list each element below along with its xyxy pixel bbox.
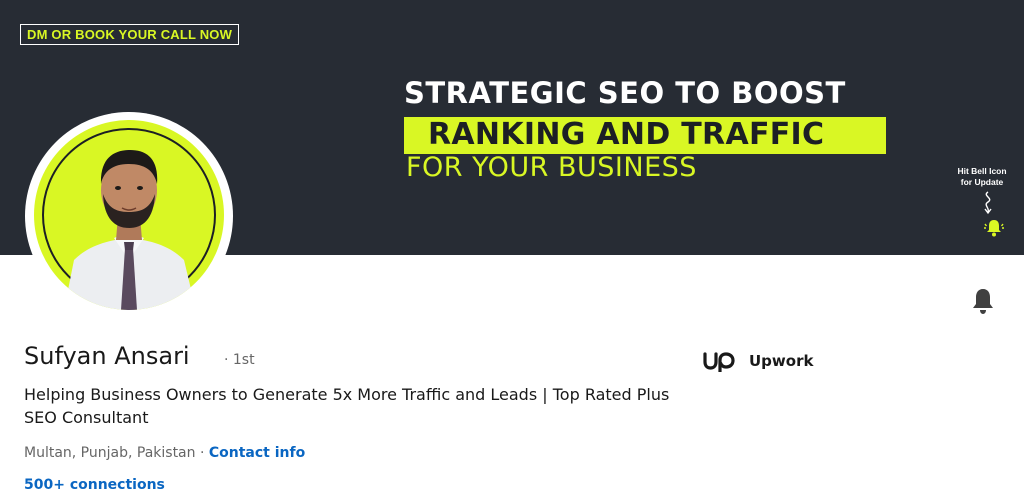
connection-degree: · 1st: [224, 352, 255, 368]
location-line: Multan, Punjab, Pakistan · Contact info: [24, 445, 305, 461]
curly-arrow-icon: [984, 191, 992, 215]
contact-info-link[interactable]: Contact info: [209, 445, 305, 461]
banner-headline-line2: RANKING AND TRAFFIC: [428, 117, 825, 152]
notification-bell-icon[interactable]: [968, 286, 998, 316]
banner-headline-line3: FOR YOUR BUSINESS: [406, 152, 697, 183]
bell-hint-line2: for Update: [960, 177, 1004, 187]
company-name: Upwork: [749, 352, 814, 370]
cta-box: DM OR BOOK YOUR CALL NOW: [20, 24, 240, 45]
banner-headline-line1: STRATEGIC SEO TO BOOST: [404, 76, 846, 110]
upwork-logo-icon: [703, 352, 735, 372]
avatar-person-illustration: [64, 150, 196, 310]
avatar[interactable]: [34, 120, 224, 310]
location-separator: ·: [195, 445, 209, 461]
banner-bell-icon: [984, 220, 1004, 237]
bell-hint-text: Hit Bell Icon for Update: [950, 166, 1014, 188]
profile-name: Sufyan Ansari: [24, 342, 190, 370]
connections-link[interactable]: 500+ connections: [24, 477, 165, 493]
profile-headline: Helping Business Owners to Generate 5x M…: [24, 385, 670, 427]
bell-hint-line1: Hit Bell Icon: [957, 166, 1007, 176]
location-text: Multan, Punjab, Pakistan: [24, 445, 196, 461]
current-company[interactable]: Upwork: [703, 350, 813, 372]
